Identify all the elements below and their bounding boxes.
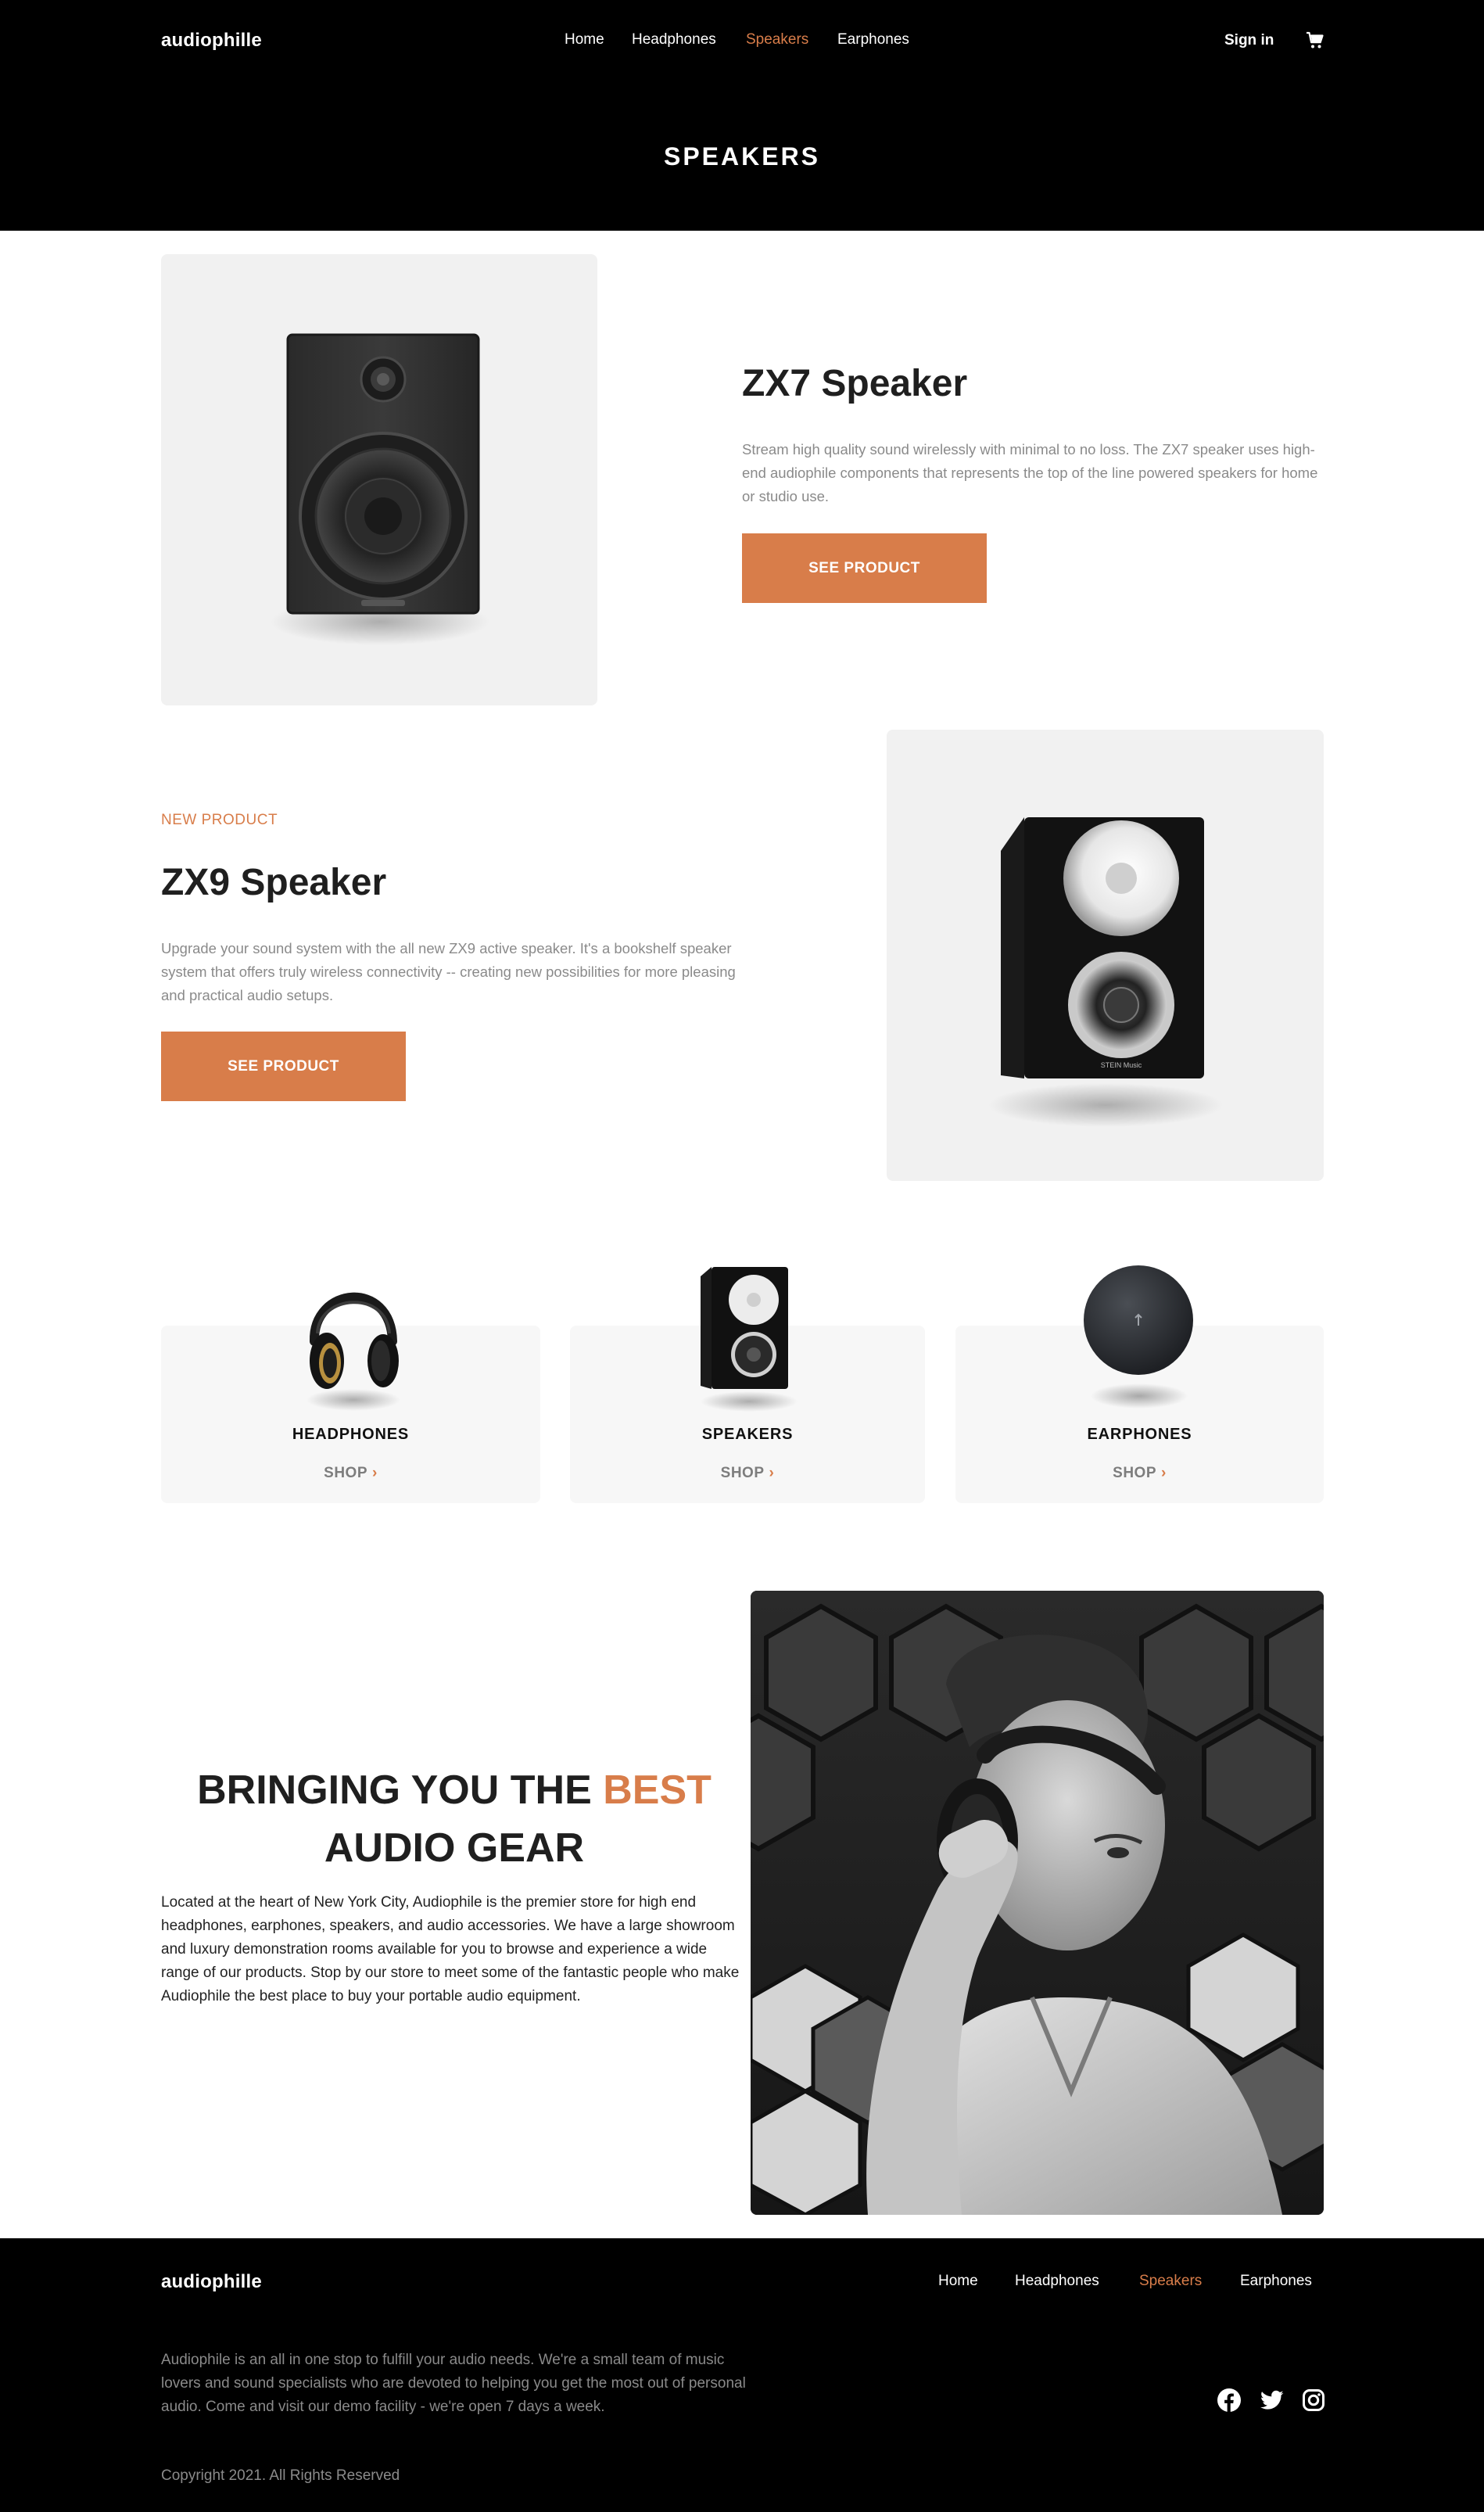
about-heading: BRINGING YOU THE BEST AUDIO GEAR — [161, 1761, 747, 1877]
category-title-earphones: EARPHONES — [1087, 1426, 1192, 1443]
nav-earphones-link[interactable]: Earphones — [837, 31, 909, 48]
stein-music-logo: STEIN Music — [1101, 1061, 1142, 1069]
copyright-text: Copyright 2021. All Rights Reserved — [161, 2467, 400, 2484]
zx9-speaker-image: STEIN Music — [988, 817, 1223, 1127]
shop-label: SHOP — [1113, 1465, 1157, 1481]
zx7-see-product-button[interactable]: SEE PRODUCT — [742, 533, 987, 603]
footer-nav-headphones-link[interactable]: Headphones — [1015, 2273, 1099, 2290]
about-heading-start: BRINGING YOU THE — [197, 1767, 604, 1813]
nav-home-link[interactable]: Home — [565, 31, 604, 48]
footer-nav: Home Headphones Speakers Earphones — [0, 2273, 1484, 2296]
zx7-speaker-image — [271, 333, 489, 645]
category-title-headphones: HEADPHONES — [292, 1426, 410, 1443]
shop-speakers-link[interactable]: SHOP › — [570, 1465, 925, 1482]
zx9-title: ZX9 Speaker — [161, 862, 387, 903]
new-product-label: NEW PRODUCT — [161, 812, 278, 828]
speakers-thumbnail — [701, 1267, 798, 1412]
zx7-description: Stream high quality sound wirelessly wit… — [742, 441, 1318, 504]
zx9-description: Upgrade your sound system with the all n… — [161, 940, 736, 1003]
footer-nav-speakers-link[interactable]: Speakers — [1139, 2273, 1202, 2290]
shop-headphones-link[interactable]: SHOP › — [161, 1465, 540, 1482]
site-header: audiophille Home Headphones Speakers Ear… — [0, 0, 1484, 231]
headphones-thumbnail — [306, 1292, 400, 1411]
zx7-title: ZX7 Speaker — [742, 363, 968, 404]
sign-in-link[interactable]: Sign in — [1224, 32, 1274, 49]
shop-label: SHOP — [720, 1465, 765, 1481]
about-heading-accent: BEST — [603, 1767, 712, 1813]
facebook-icon[interactable] — [1217, 2388, 1241, 2412]
nav-speakers-link[interactable]: Speakers — [746, 31, 808, 48]
earphones-thumbnail — [1084, 1265, 1193, 1409]
shop-label: SHOP — [324, 1465, 368, 1481]
nav-headphones-link[interactable]: Headphones — [632, 31, 716, 48]
chevron-right-icon: › — [769, 1465, 775, 1481]
footer-nav-earphones-link[interactable]: Earphones — [1240, 2273, 1312, 2290]
man-with-headphones-photo — [751, 1591, 1324, 2215]
cart-icon[interactable] — [1306, 31, 1324, 50]
zx7-image-card — [161, 254, 597, 705]
zx9-image-card: STEIN Music — [887, 730, 1324, 1181]
chevron-right-icon: › — [1161, 1465, 1167, 1481]
footer-nav-home-link[interactable]: Home — [938, 2273, 978, 2290]
category-title-speakers: SPEAKERS — [701, 1426, 794, 1443]
twitter-icon[interactable] — [1260, 2388, 1284, 2412]
instagram-icon[interactable] — [1302, 2388, 1325, 2412]
about-heading-end: AUDIO GEAR — [324, 1825, 585, 1871]
zx9-see-product-button[interactable]: SEE PRODUCT — [161, 1032, 406, 1101]
page-title: SPEAKERS — [663, 142, 821, 170]
footer-description: Audiophile is an all in one stop to fulf… — [161, 2352, 746, 2415]
about-text: Located at the heart of New York City, A… — [161, 1894, 740, 2004]
shop-earphones-link[interactable]: SHOP › — [955, 1465, 1324, 1482]
chevron-right-icon: › — [372, 1465, 378, 1481]
